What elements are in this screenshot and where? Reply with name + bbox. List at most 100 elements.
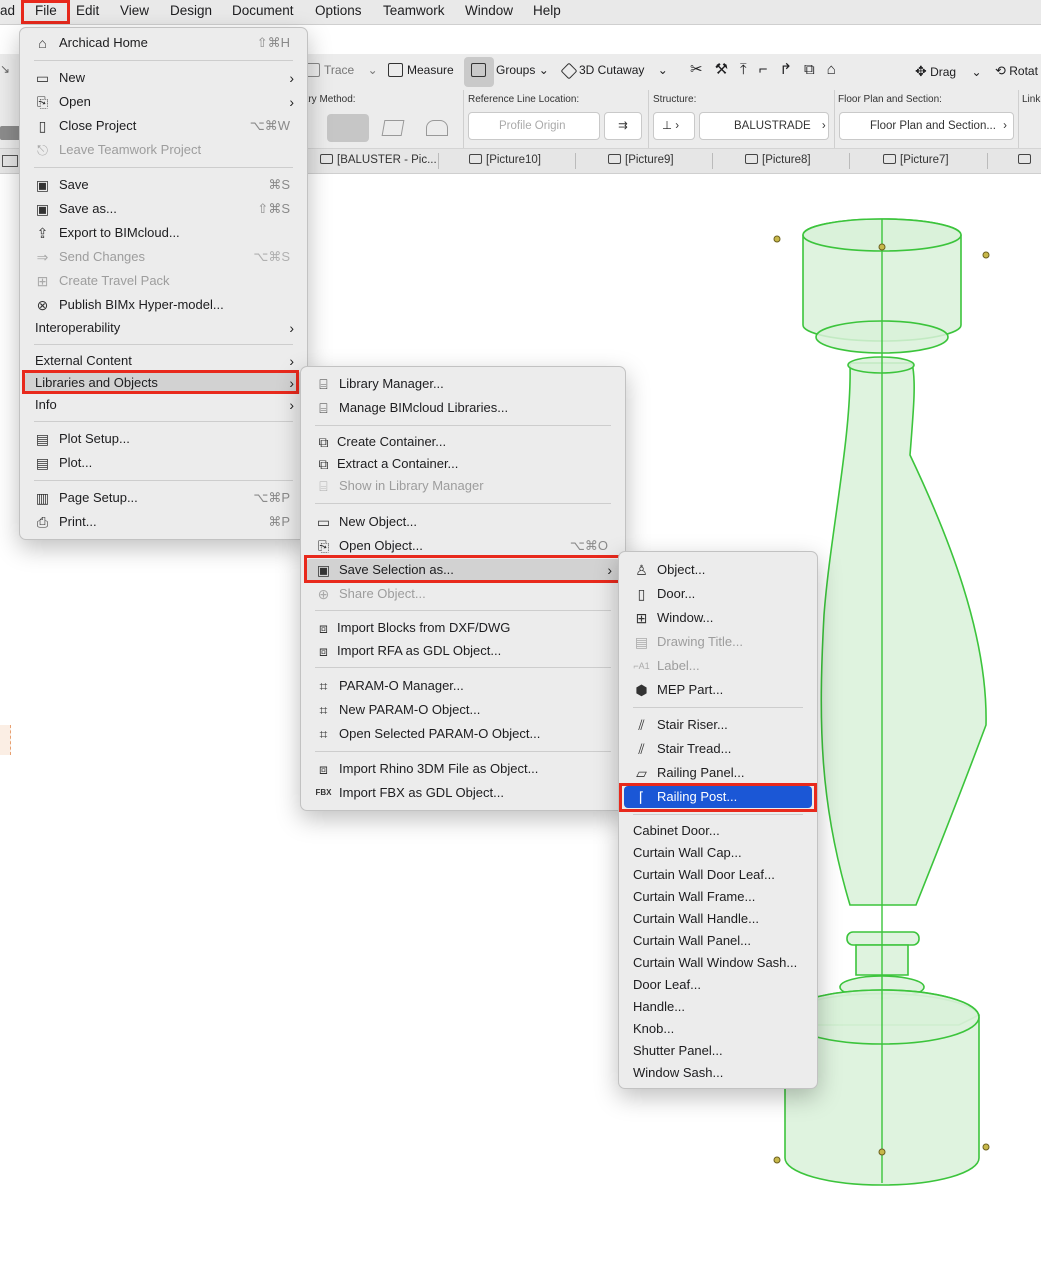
menu-item-save[interactable]: ▣ Save ⌘S: [25, 174, 302, 196]
menu-item-import-rfa[interactable]: ⧈ Import RFA as GDL Object...: [306, 640, 620, 662]
measure-button[interactable]: Measure: [388, 63, 454, 77]
menu-design[interactable]: Design: [170, 3, 212, 18]
menu-item-save-as[interactable]: ▣ Save as... ⇧⌘S: [25, 198, 302, 220]
trace-button[interactable]: Trace ⌄: [305, 63, 378, 77]
menu-item-knob[interactable]: Knob...: [624, 1018, 812, 1040]
menu-item-export-bimcloud[interactable]: ⇪ Export to BIMcloud...: [25, 222, 302, 244]
menu-item-extract-container[interactable]: ⧉ Extract a Container...: [306, 453, 620, 475]
menu-item-new-paramo-object[interactable]: ⌗ New PARAM-O Object...: [306, 699, 620, 721]
menu-item-interoperability[interactable]: Interoperability ›: [25, 317, 302, 339]
geometry-box-icon[interactable]: [381, 120, 405, 136]
menu-item-send-changes: ⇒ Send Changes ⌥⌘S: [25, 246, 302, 268]
geometry-method-selected-button[interactable]: [327, 114, 369, 142]
floorplan-section-field[interactable]: Floor Plan and Section... ›: [839, 112, 1014, 140]
save-selection-icon: ▣: [316, 562, 331, 578]
menu-item-save-selection-as[interactable]: ▣ Save Selection as... ›: [306, 559, 620, 581]
menu-item-external-content[interactable]: External Content ›: [25, 350, 302, 372]
tab-picture9[interactable]: [Picture9]: [608, 154, 674, 166]
menu-item-plot-setup[interactable]: ▤ Plot Setup...: [25, 428, 302, 450]
menu-item-show-in-library-manager: ⌸ Show in Library Manager: [306, 475, 620, 497]
menu-item-cabinet-door[interactable]: Cabinet Door...: [624, 820, 812, 842]
structure-type-button[interactable]: ⊥ ›: [653, 112, 695, 140]
menu-item-archicad-home[interactable]: ⌂ Archicad Home ⇧⌘H: [25, 32, 302, 54]
menu-item-curtain-wall-door-leaf[interactable]: Curtain Wall Door Leaf...: [624, 864, 812, 886]
resize-icon[interactable]: ⧉: [804, 61, 827, 78]
cutaway-button[interactable]: 3D Cutaway ⌄: [560, 62, 668, 80]
cutaway-chevron-icon[interactable]: ⌄: [658, 63, 668, 77]
menu-item-curtain-wall-window-sash[interactable]: Curtain Wall Window Sash...: [624, 952, 812, 974]
tab-picture7[interactable]: [Picture7]: [883, 154, 949, 166]
menu-item-curtain-wall-frame[interactable]: Curtain Wall Frame...: [624, 886, 812, 908]
menu-item-print[interactable]: ⎙ Print... ⌘P: [25, 511, 302, 533]
trace-dropdown-chevron-icon[interactable]: ⌄: [368, 63, 378, 77]
menu-item-curtain-wall-panel[interactable]: Curtain Wall Panel...: [624, 930, 812, 952]
intersect-icon[interactable]: ⌐: [759, 61, 780, 78]
rotate-button[interactable]: ⟲ Rotat: [995, 63, 1038, 79]
toolbar-left-arrow-icon[interactable]: ↘: [0, 62, 10, 76]
menu-options[interactable]: Options: [315, 3, 362, 18]
menu-window[interactable]: Window: [465, 3, 513, 18]
menu-item-curtain-wall-handle[interactable]: Curtain Wall Handle...: [624, 908, 812, 930]
tab-overflow[interactable]: [1018, 154, 1035, 166]
tab-overview-icon[interactable]: [2, 155, 18, 167]
toolbar-edit-tools[interactable]: ✂⚒⤒⌐↱⧉⌂: [690, 60, 848, 78]
elevate-icon[interactable]: ⤒: [740, 61, 759, 78]
geometry-arch-icon[interactable]: [426, 120, 448, 136]
menu-item-paramo-manager[interactable]: ⌗ PARAM-O Manager...: [306, 675, 620, 697]
fillet-icon[interactable]: ↱: [779, 61, 804, 78]
menu-item-curtain-wall-cap[interactable]: Curtain Wall Cap...: [624, 842, 812, 864]
roof-icon[interactable]: ⌂: [827, 61, 848, 78]
menu-view[interactable]: View: [120, 3, 149, 18]
menu-item-open[interactable]: ⎘ Open ›: [25, 91, 302, 113]
menu-item-door-leaf[interactable]: Door Leaf...: [624, 974, 812, 996]
menu-item-object[interactable]: ♙ Object...: [624, 559, 812, 581]
groups-button[interactable]: Groups ⌄: [471, 63, 549, 77]
adjust-icon[interactable]: ⚒: [715, 61, 740, 78]
menu-item-railing-panel[interactable]: ▱ Railing Panel...: [624, 762, 812, 784]
menu-item-libraries-and-objects[interactable]: Libraries and Objects ›: [25, 372, 302, 394]
app-name-fragment[interactable]: ad: [0, 3, 15, 18]
menu-item-import-dxf[interactable]: ⧈ Import Blocks from DXF/DWG: [306, 617, 620, 639]
split-icon[interactable]: ✂: [690, 61, 715, 78]
menu-item-info[interactable]: Info ›: [25, 394, 302, 416]
menu-item-manage-bimcloud-libraries[interactable]: ⌸ Manage BIMcloud Libraries...: [306, 397, 620, 419]
tab-baluster[interactable]: [BALUSTER - Pic...: [320, 154, 437, 166]
label-icon: ⌐A1: [633, 661, 650, 671]
menu-teamwork[interactable]: Teamwork: [383, 3, 445, 18]
menu-item-library-manager[interactable]: ⌸ Library Manager...: [306, 373, 620, 395]
menu-file[interactable]: File: [35, 3, 57, 18]
menu-item-window-sash[interactable]: Window Sash...: [624, 1062, 812, 1084]
menu-item-door[interactable]: ▯ Door...: [624, 583, 812, 605]
menu-document[interactable]: Document: [232, 3, 294, 18]
menu-item-open-selected-paramo[interactable]: ⌗ Open Selected PARAM-O Object...: [306, 723, 620, 745]
menu-item-import-fbx[interactable]: FBX Import FBX as GDL Object...: [306, 782, 620, 804]
menu-item-stair-riser[interactable]: ⫽ Stair Riser...: [624, 714, 812, 736]
menu-item-handle[interactable]: Handle...: [624, 996, 812, 1018]
menu-item-railing-post[interactable]: ⌈ Railing Post...: [624, 786, 812, 808]
menu-item-publish-bimx[interactable]: ⊗ Publish BIMx Hyper-model...: [25, 294, 302, 316]
menu-item-new[interactable]: ▭ New ›: [25, 67, 302, 89]
menu-item-close-project[interactable]: ▯ Close Project ⌥⌘W: [25, 115, 302, 137]
menu-separator: [34, 421, 293, 422]
menu-item-shutter-panel[interactable]: Shutter Panel...: [624, 1040, 812, 1062]
menu-item-new-object[interactable]: ▭ New Object...: [306, 511, 620, 533]
menu-item-page-setup[interactable]: ▥ Page Setup... ⌥⌘P: [25, 487, 302, 509]
drag-chevron-icon[interactable]: ⌄: [971, 65, 981, 79]
refline-location-field[interactable]: Profile Origin: [468, 112, 600, 140]
menu-help[interactable]: Help: [533, 3, 561, 18]
menu-item-open-object[interactable]: ⎘ Open Object... ⌥⌘O: [306, 535, 620, 557]
menu-item-plot[interactable]: ▤ Plot...: [25, 452, 302, 474]
menu-item-create-container[interactable]: ⧉ Create Container...: [306, 431, 620, 453]
menu-item-mep-part[interactable]: ⬢ MEP Part...: [624, 679, 812, 701]
drag-button[interactable]: ✥ Drag ⌄: [915, 63, 982, 80]
menu-item-import-rhino[interactable]: ⧈ Import Rhino 3DM File as Object...: [306, 758, 620, 780]
structure-profile-field[interactable]: BALUSTRADE ›: [699, 112, 829, 140]
groups-chevron-icon[interactable]: ⌄: [539, 63, 549, 77]
refline-flip-button[interactable]: ⇉: [604, 112, 642, 140]
menu-edit[interactable]: Edit: [76, 3, 99, 18]
menu-item-stair-tread[interactable]: ⫽ Stair Tread...: [624, 738, 812, 760]
tab-picture10[interactable]: [Picture10]: [469, 154, 541, 166]
submenu-arrow-icon: ›: [289, 320, 294, 336]
tab-picture8[interactable]: [Picture8]: [745, 154, 811, 166]
menu-item-window[interactable]: ⊞ Window...: [624, 607, 812, 629]
